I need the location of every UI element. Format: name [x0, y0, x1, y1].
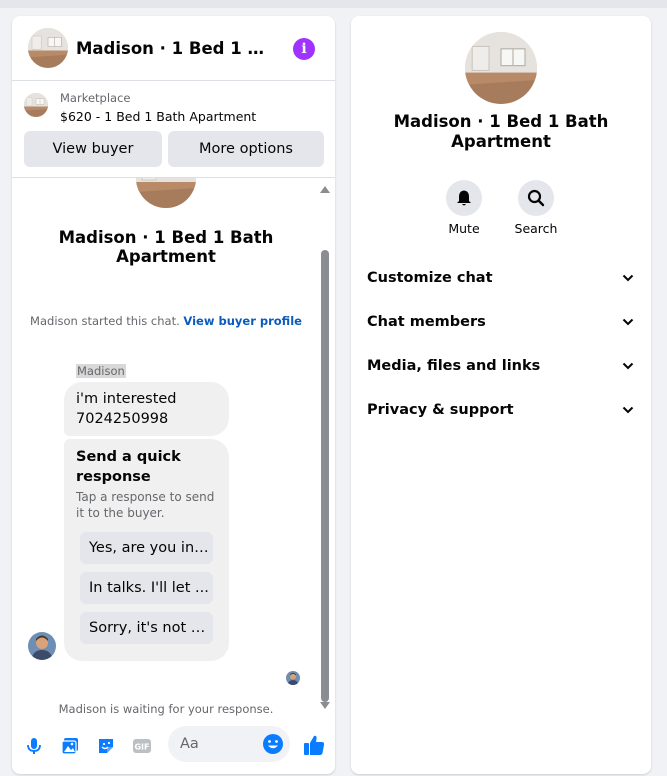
- quick-response-option[interactable]: Sorry, it's not a...: [80, 612, 213, 644]
- search-button[interactable]: Search: [506, 180, 566, 236]
- info-title: Madison · 1 Bed 1 Bath Apartment: [393, 112, 609, 151]
- listing-source: Marketplace: [60, 91, 131, 105]
- started-text: Madison started this chat.: [30, 314, 180, 328]
- chat-panel: Madison · 1 Bed 1 Bath Apartment i Marke…: [12, 16, 335, 774]
- listing-title[interactable]: $620 - 1 Bed 1 Bath Apartment: [60, 109, 256, 124]
- section-label: Chat members: [367, 314, 486, 330]
- photo-icon[interactable]: [60, 736, 80, 756]
- section-media-files-links[interactable]: Media, files and links: [367, 354, 635, 378]
- svg-text:GIF: GIF: [134, 743, 149, 752]
- composer: GIF: [12, 718, 335, 774]
- info-icon[interactable]: i: [293, 38, 315, 60]
- section-customize-chat[interactable]: Customize chat: [367, 266, 635, 290]
- scroll-down-arrow[interactable]: [320, 702, 330, 709]
- info-avatar: [465, 32, 537, 104]
- section-privacy-support[interactable]: Privacy & support: [367, 398, 635, 422]
- view-buyer-profile-link[interactable]: View buyer profile: [183, 314, 302, 328]
- quick-response-card: Send a quick response Tap a response to …: [64, 439, 229, 661]
- emoji-icon[interactable]: [262, 733, 284, 755]
- sender-name: Madison: [76, 364, 126, 378]
- seen-indicator-avatar: [286, 671, 300, 685]
- section-chat-members[interactable]: Chat members: [367, 310, 635, 334]
- message-list[interactable]: Madison · 1 Bed 1 Bath Apartment Madison…: [12, 178, 335, 718]
- quick-response-title: Send a quick response: [76, 449, 181, 485]
- quick-response-subtitle: Tap a response to send it to the buyer.: [76, 490, 215, 520]
- hero-title: Madison · 1 Bed 1 Bath Apartment: [58, 228, 274, 266]
- mute-circle[interactable]: [446, 180, 482, 216]
- waiting-notice: Madison is waiting for your response.: [58, 702, 274, 716]
- gif-icon[interactable]: GIF: [132, 736, 152, 756]
- listing-actions: View buyer More options: [24, 131, 324, 167]
- scroll-up-arrow[interactable]: [320, 186, 330, 193]
- search-label: Search: [514, 221, 558, 236]
- chevron-down-icon: [622, 318, 634, 326]
- sticker-icon[interactable]: [96, 736, 116, 756]
- message-input-wrapper: [168, 726, 290, 762]
- chat-info-panel: Madison · 1 Bed 1 Bath Apartment Mute Se…: [351, 16, 651, 774]
- message-line: i'm interested: [76, 391, 177, 407]
- section-label: Media, files and links: [367, 358, 541, 374]
- more-options-button[interactable]: More options: [168, 131, 324, 167]
- message-input[interactable]: [180, 726, 256, 762]
- mute-button[interactable]: Mute: [434, 180, 494, 236]
- chevron-down-icon: [622, 406, 634, 414]
- listing-card: Marketplace $620 - 1 Bed 1 Bath Apartmen…: [12, 81, 335, 178]
- chat-avatar[interactable]: [28, 28, 68, 68]
- chevron-down-icon: [622, 274, 634, 282]
- top-bar: [0, 0, 667, 8]
- message-bubble[interactable]: i'm interested 7024250998: [64, 382, 229, 436]
- message-line: 7024250998: [76, 411, 169, 427]
- buyer-avatar[interactable]: [28, 632, 56, 660]
- view-buyer-button[interactable]: View buyer: [24, 131, 162, 167]
- section-label: Privacy & support: [367, 402, 514, 418]
- quick-response-option[interactable]: Yes, are you int...: [80, 532, 213, 564]
- quick-response-option[interactable]: In talks. I'll let ...: [80, 572, 213, 604]
- chat-started-notice: Madison started this chat. View buyer pr…: [12, 314, 320, 328]
- mute-label: Mute: [448, 221, 480, 236]
- section-label: Customize chat: [367, 270, 493, 286]
- microphone-icon[interactable]: [24, 736, 44, 756]
- bell-icon: [457, 190, 471, 206]
- chat-title[interactable]: Madison · 1 Bed 1 Bath Apartment: [76, 39, 274, 58]
- chat-header: Madison · 1 Bed 1 Bath Apartment i: [12, 16, 335, 81]
- thumbs-up-icon[interactable]: [302, 733, 326, 757]
- scrollbar[interactable]: [318, 182, 330, 714]
- chevron-down-icon: [622, 362, 634, 370]
- listing-thumbnail[interactable]: [24, 93, 48, 117]
- search-icon: [527, 189, 545, 207]
- search-circle[interactable]: [518, 180, 554, 216]
- scroll-thumb[interactable]: [321, 250, 329, 702]
- hero-avatar: [136, 178, 196, 208]
